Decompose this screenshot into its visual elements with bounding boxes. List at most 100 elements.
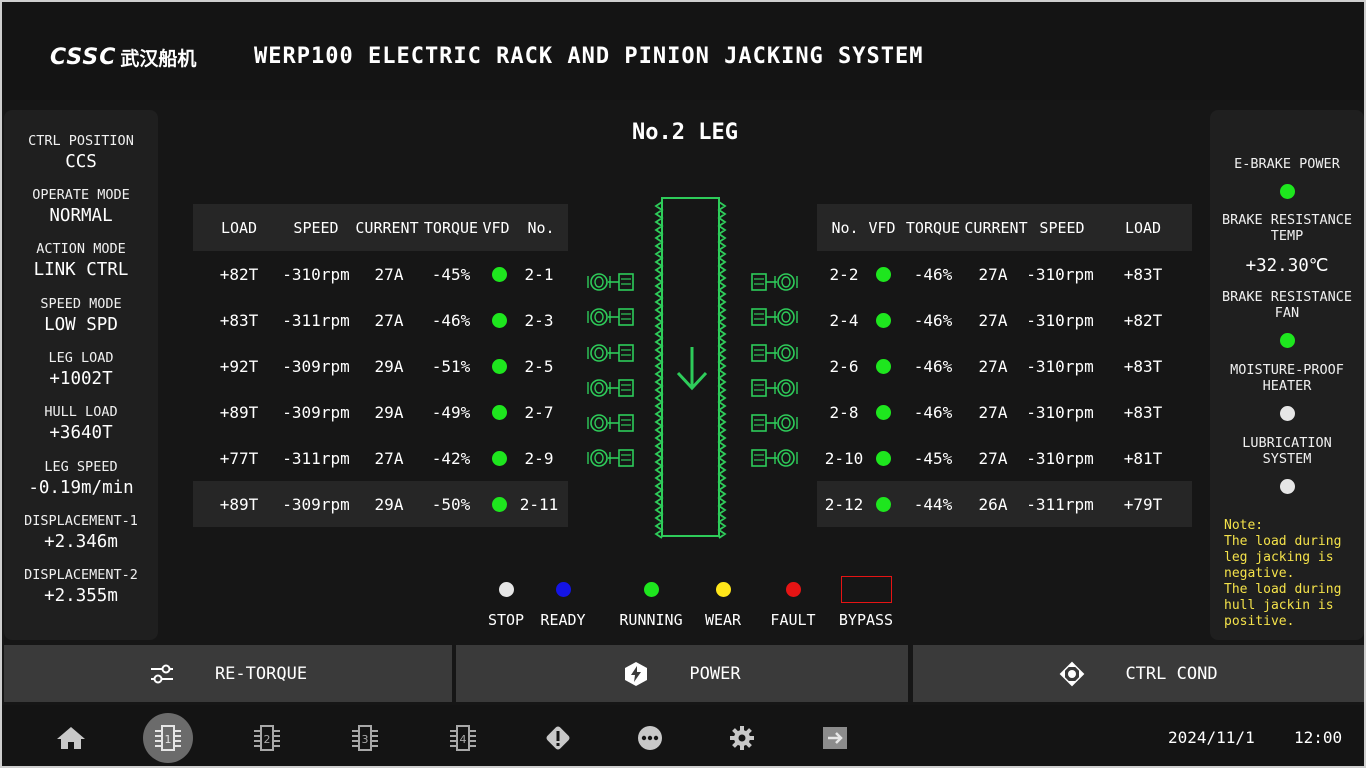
brake-fan-label: BRAKE RESISTANCE FAN xyxy=(1210,289,1364,321)
nav-leg-2[interactable]: 2 xyxy=(242,716,292,760)
power-button[interactable]: POWER xyxy=(456,645,908,702)
nav-leg-4[interactable]: 4 xyxy=(438,716,488,760)
speed-cell: -309rpm xyxy=(282,356,350,376)
vfd-cell xyxy=(869,343,897,389)
motor-no-cell: 2-1 xyxy=(524,264,554,284)
bottom-nav-bar: 1 2 3 4 2024/11/1 12:00 xyxy=(2,705,1364,766)
nav-leg-3[interactable]: 3 xyxy=(340,716,390,760)
power-bolt-icon xyxy=(623,661,649,687)
vfd-cell xyxy=(869,297,897,343)
current-cell: 29A xyxy=(374,494,404,514)
displacement-2-value: +2.355m xyxy=(44,586,118,606)
nav-exit[interactable] xyxy=(810,716,860,760)
vfd-status-dot xyxy=(875,450,891,466)
table-row: +77T -311rpm 27A -42% 2-9 xyxy=(193,435,568,481)
speed-cell: -310rpm xyxy=(1026,264,1094,284)
load-cell: +89T xyxy=(219,494,259,514)
speed-cell: -310rpm xyxy=(1026,310,1094,330)
table-row: 2-10 -45% 27A -310rpm +81T xyxy=(817,435,1192,481)
settings-icon xyxy=(730,726,754,750)
heater-label: MOISTURE-PROOF HEATER xyxy=(1210,362,1364,394)
table-header: No. VFD TORQUE CURRENT SPEED LOAD xyxy=(817,204,1192,251)
speed-mode-label: SPEED MODE xyxy=(40,296,122,312)
speed-cell: -309rpm xyxy=(282,402,350,422)
leg-1-icon: 1 xyxy=(155,725,181,751)
nav-leg-1[interactable]: 1 xyxy=(143,713,193,763)
ctrl-cond-button[interactable]: CTRL COND xyxy=(913,645,1364,702)
motor-no-cell: 2-4 xyxy=(829,310,859,330)
action-mode-label: ACTION MODE xyxy=(36,241,126,257)
table-row: 2-8 -46% 27A -310rpm +83T xyxy=(817,389,1192,435)
motor-icon xyxy=(751,379,798,397)
lubrication-label-line1: LUBRICATION xyxy=(1242,435,1332,451)
motor-no-cell: 2-5 xyxy=(524,356,554,376)
speed-cell: -309rpm xyxy=(282,494,350,514)
col-speed: SPEED xyxy=(293,218,339,237)
torque-cell: -46% xyxy=(431,310,471,330)
torque-cell: -46% xyxy=(913,310,953,330)
retorque-button[interactable]: RE-TORQUE xyxy=(4,645,452,702)
brake-temp-label-line1: BRAKE RESISTANCE xyxy=(1221,212,1353,228)
nav-home[interactable] xyxy=(46,716,96,760)
col-current: CURRENT xyxy=(964,218,1028,237)
ebrake-status-dot xyxy=(1280,184,1295,199)
load-cell: +83T xyxy=(1123,402,1163,422)
displacement-1-group: DISPLACEMENT-1 +2.346m xyxy=(4,513,158,552)
col-no: No. xyxy=(831,218,859,237)
motor-icon xyxy=(751,449,798,467)
vfd-cell xyxy=(485,389,513,435)
exit-icon xyxy=(823,727,847,749)
hull-load-group: HULL LOAD +3640T xyxy=(4,404,158,443)
vfd-cell xyxy=(869,251,897,297)
vfd-status-dot xyxy=(491,496,507,512)
motor-no-cell: 2-8 xyxy=(829,402,859,422)
power-label: POWER xyxy=(689,663,741,684)
vfd-status-dot xyxy=(875,404,891,420)
current-cell: 27A xyxy=(374,264,404,284)
brake-temp-label: BRAKE RESISTANCE TEMP xyxy=(1210,212,1364,244)
table-header: LOAD SPEED CURRENT TORQUE VFD No. xyxy=(193,204,568,251)
vfd-cell xyxy=(485,481,513,527)
lubrication-label: LUBRICATION SYSTEM xyxy=(1210,435,1364,467)
motor-no-cell: 2-6 xyxy=(829,356,859,376)
nav-alarm[interactable] xyxy=(533,716,583,760)
speed-cell: -311rpm xyxy=(282,310,350,330)
table-row: 2-4 -46% 27A -310rpm +82T xyxy=(817,297,1192,343)
torque-cell: -51% xyxy=(431,356,471,376)
motor-no-cell: 2-12 xyxy=(824,494,864,514)
vfd-cell xyxy=(869,389,897,435)
leg-number: 4 xyxy=(460,733,467,746)
table-row: +83T -311rpm 27A -46% 2-3 xyxy=(193,297,568,343)
load-cell: +82T xyxy=(1123,310,1163,330)
lubrication-status-dot xyxy=(1280,479,1295,494)
left-motor-table: LOAD SPEED CURRENT TORQUE VFD No. +82T -3… xyxy=(193,204,568,527)
col-torque: TORQUE xyxy=(423,218,479,237)
vfd-cell xyxy=(485,343,513,389)
vfd-cell xyxy=(869,481,897,527)
nav-settings[interactable] xyxy=(717,716,767,760)
motor-no-cell: 2-3 xyxy=(524,310,554,330)
leg-speed-value: -0.19m/min xyxy=(28,478,134,498)
col-vfd: VFD xyxy=(868,218,896,237)
leg-number: 2 xyxy=(264,733,271,746)
sliders-icon xyxy=(149,661,175,687)
vfd-status-dot xyxy=(491,266,507,282)
table-row: 2-6 -46% 27A -310rpm +83T xyxy=(817,343,1192,389)
nav-more[interactable] xyxy=(625,716,675,760)
load-cell: +79T xyxy=(1123,494,1163,514)
legend-wear-dot xyxy=(716,582,731,597)
speed-cell: -311rpm xyxy=(1026,494,1094,514)
legend-label: BYPASS xyxy=(838,611,894,629)
note-title: Note: xyxy=(1224,518,1264,533)
torque-cell: -44% xyxy=(913,494,953,514)
vfd-status-dot xyxy=(875,496,891,512)
vfd-status-dot xyxy=(875,358,891,374)
motor-no-cell: 2-11 xyxy=(519,494,559,514)
col-vfd: VFD xyxy=(482,218,510,237)
header-bar: CSSC 武汉船机 WERP100 ELECTRIC RACK AND PINI… xyxy=(2,2,1364,100)
motor-icon xyxy=(587,344,634,362)
load-cell: +89T xyxy=(219,402,259,422)
current-cell: 29A xyxy=(374,402,404,422)
vfd-cell xyxy=(869,435,897,481)
load-cell: +82T xyxy=(219,264,259,284)
